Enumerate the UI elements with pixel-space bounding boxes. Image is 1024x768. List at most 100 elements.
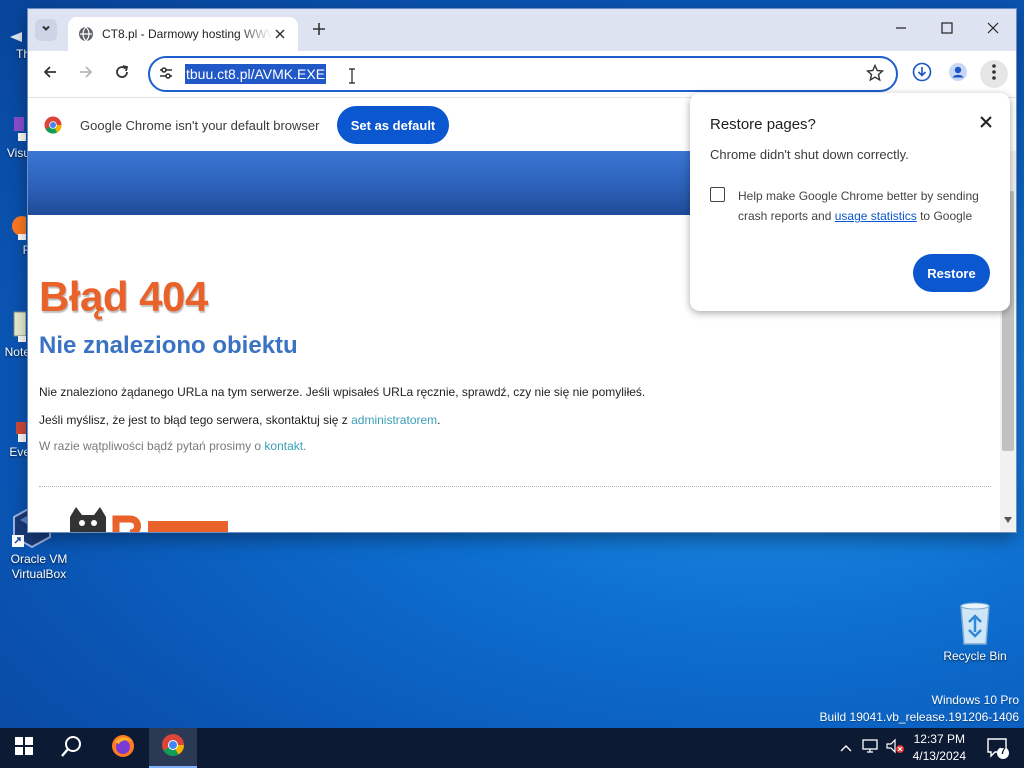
- desktop-icon-partial-2[interactable]: Visu: [0, 115, 30, 161]
- dialog-message: Chrome didn't shut down correctly.: [710, 147, 909, 162]
- administrator-link[interactable]: administratorem: [351, 413, 437, 427]
- dialog-title: Restore pages?: [710, 116, 816, 133]
- desktop-icon-label: Oracle VM VirtualBox: [10, 552, 68, 581]
- text-cursor-icon: [348, 68, 356, 89]
- site-logo: [66, 503, 236, 532]
- search-icon: [61, 735, 83, 762]
- desktop-icon-partial-1[interactable]: Th: [0, 30, 30, 62]
- paragraph-text: .: [303, 439, 307, 453]
- usage-statistics-link[interactable]: usage statistics: [835, 209, 917, 223]
- search-button[interactable]: [48, 728, 96, 768]
- bookmark-star-icon[interactable]: [865, 63, 885, 87]
- tab-search-button[interactable]: [35, 19, 57, 41]
- restore-button[interactable]: Restore: [913, 254, 990, 292]
- desktop-icon-partial-3[interactable]: F: [0, 212, 32, 258]
- plus-icon: [312, 22, 326, 41]
- windows-logo-icon: [15, 736, 33, 760]
- downloads-button[interactable]: [908, 60, 936, 88]
- windows-watermark: Windows 10 Pro Build 19041.vb_release.19…: [820, 692, 1020, 726]
- desktop-icon-partial-5[interactable]: Eve: [0, 420, 30, 460]
- download-icon: [912, 62, 932, 87]
- desktop-icon-label: Eve: [9, 445, 30, 459]
- minimize-button[interactable]: [878, 9, 924, 51]
- chevron-down-icon: [40, 21, 52, 39]
- recycle-bin-icon: [955, 600, 995, 646]
- windows-edition: Windows 10 Pro: [931, 693, 1019, 707]
- error-paragraph-3: W razie wątpliwości bądź pytań prosimy o…: [39, 439, 306, 453]
- minimize-icon: [895, 21, 907, 39]
- chrome-icon: [161, 733, 185, 762]
- caret-down-icon[interactable]: [1004, 510, 1012, 528]
- crash-reports-checkbox[interactable]: [710, 187, 725, 202]
- maximize-button[interactable]: [924, 9, 970, 51]
- clock-time: 12:37 PM: [913, 732, 965, 746]
- contact-link[interactable]: kontakt: [264, 439, 303, 453]
- menu-button[interactable]: [980, 60, 1008, 88]
- set-as-default-button[interactable]: Set as default: [337, 106, 449, 144]
- new-tab-button[interactable]: [310, 22, 328, 40]
- globe-icon: [78, 26, 94, 42]
- clock-date: 4/13/2024: [912, 749, 966, 763]
- desktop-icon-label: Th: [15, 47, 30, 61]
- app-icon: [8, 30, 22, 44]
- network-icon: [862, 738, 880, 759]
- show-hidden-icons-button[interactable]: [838, 728, 854, 768]
- chevron-up-icon: [840, 739, 852, 757]
- network-button[interactable]: [860, 728, 882, 768]
- error-paragraph-1: Nie znaleziono żądanego URLa na tym serw…: [39, 385, 646, 399]
- arrow-left-icon: [42, 64, 58, 85]
- paragraph-text: .: [437, 413, 441, 427]
- visual-studio-icon: [4, 115, 26, 143]
- action-center-button[interactable]: 7: [986, 736, 1010, 765]
- close-icon[interactable]: [980, 115, 992, 133]
- event-viewer-icon: [4, 420, 26, 442]
- firefox-icon: [111, 734, 135, 763]
- chrome-logo-icon: [44, 116, 62, 139]
- reload-icon: [114, 64, 130, 85]
- checkbox-label: Help make Google Chrome better by sendin…: [738, 186, 998, 226]
- desktop-icon-recycle-bin[interactable]: Recycle Bin: [935, 600, 1015, 664]
- windows-build: Build 19041.vb_release.191206-1406: [819, 710, 1020, 724]
- close-window-button[interactable]: [970, 9, 1016, 51]
- start-button[interactable]: [0, 728, 48, 768]
- tab-active[interactable]: CT8.pl - Darmowy hosting WWW: [68, 17, 298, 51]
- arrow-right-icon: [78, 64, 94, 85]
- notification-count: 7: [1000, 746, 1006, 757]
- infobar-message: Google Chrome isn't your default browser: [80, 118, 320, 133]
- taskbar-chrome[interactable]: [149, 728, 197, 768]
- back-button[interactable]: [36, 60, 64, 88]
- more-vertical-icon: [991, 63, 997, 86]
- paragraph-text: Jeśli myślisz, że jest to błąd tego serw…: [39, 413, 352, 427]
- error-heading: Błąd 404: [39, 273, 208, 320]
- close-tab-icon[interactable]: [272, 26, 288, 42]
- desktop-icon-label: F: [22, 243, 30, 257]
- avatar-icon: [948, 62, 968, 87]
- desktop-icon-label: Note: [4, 345, 30, 359]
- site-settings-icon[interactable]: [158, 65, 174, 86]
- forward-button[interactable]: [72, 60, 100, 88]
- reload-button[interactable]: [108, 60, 136, 88]
- restore-pages-dialog: Restore pages? Chrome didn't shut down c…: [690, 93, 1010, 311]
- maximize-icon: [941, 21, 953, 39]
- firefox-icon: [4, 212, 32, 240]
- url-text[interactable]: tbuu.ct8.pl/AVMK.EXE: [185, 64, 327, 84]
- divider: [39, 486, 991, 487]
- address-bar[interactable]: tbuu.ct8.pl/AVMK.EXE: [148, 56, 898, 92]
- desktop-icon-partial-4[interactable]: Note: [0, 310, 30, 360]
- desktop-icon-label: Visu: [6, 146, 30, 160]
- checkbox-text: to Google: [916, 209, 973, 223]
- error-paragraph-2: Jeśli myślisz, że jest to błąd tego serw…: [39, 413, 441, 427]
- volume-button[interactable]: [884, 728, 906, 768]
- toolbar: tbuu.ct8.pl/AVMK.EXE: [28, 51, 1016, 97]
- taskbar-firefox[interactable]: [99, 728, 147, 768]
- paragraph-text: W razie wątpliwości bądź pytań prosimy o: [39, 439, 265, 453]
- profile-button[interactable]: [944, 60, 972, 88]
- tab-title: CT8.pl - Darmowy hosting WWW: [102, 27, 272, 41]
- title-bar[interactable]: CT8.pl - Darmowy hosting WWW: [28, 9, 1016, 51]
- taskbar: 12:37 PM 4/13/2024 7: [0, 728, 1024, 768]
- close-icon: [987, 21, 999, 39]
- notepad-icon: [4, 310, 27, 342]
- error-subheading: Nie znaleziono obiektu: [39, 332, 298, 359]
- clock[interactable]: 12:37 PM 4/13/2024: [913, 731, 966, 765]
- desktop-icon-label: Recycle Bin: [943, 649, 1007, 663]
